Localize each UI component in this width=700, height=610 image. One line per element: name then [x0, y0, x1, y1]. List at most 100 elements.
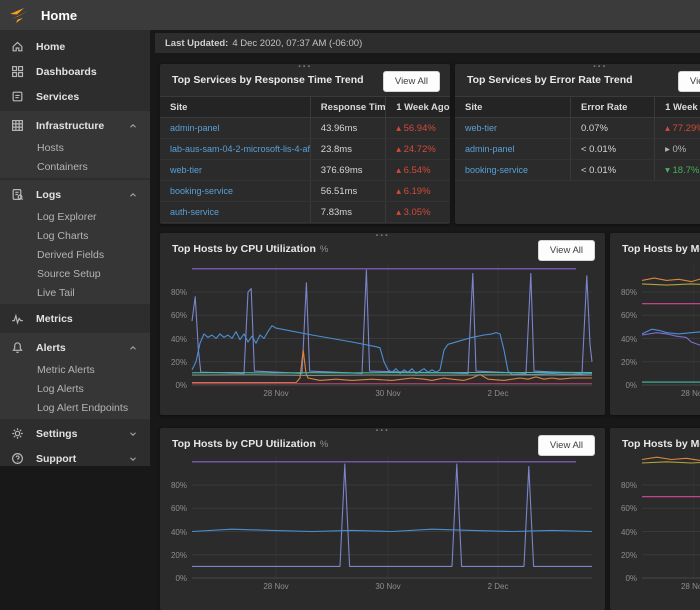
page-title: Home	[41, 8, 77, 23]
sidebar-item-infrastructure[interactable]: Infrastructure	[0, 113, 150, 138]
series-s3-line	[192, 326, 592, 375]
site-link[interactable]: lab-aus-sam-04-2-microsoft-lis-4-afrepor…	[170, 144, 311, 155]
last-updated-label: Last Updated:	[165, 38, 228, 49]
chevron-up-icon	[128, 190, 138, 200]
x-axis-labels: 28 Nov30 Nov2 Dec	[192, 578, 592, 592]
response-time-value: 376.69ms	[311, 160, 386, 180]
table-row: admin-panel 43.96ms ▴ 56.94%	[160, 118, 450, 139]
memory-utilization-chart[interactable]	[642, 263, 700, 385]
error-rate-value: 0.07%	[571, 118, 655, 138]
series-s2-line	[192, 270, 592, 373]
column-header-week-ago[interactable]: 1 Week Ago	[655, 97, 700, 117]
error-rate-value: < 0.01%	[571, 160, 655, 180]
cpu-utilization-chart[interactable]	[192, 263, 592, 385]
sidebar-item-label: Metrics	[36, 313, 73, 325]
view-all-button[interactable]: View All	[538, 435, 595, 456]
sidebar-item-log-alert-endpoints[interactable]: Log Alert Endpoints	[0, 398, 150, 417]
sidebar-item-hosts[interactable]: Hosts	[0, 138, 150, 157]
y-tick-label: 80%	[621, 481, 637, 490]
trend-value: ▴ 3.05%	[386, 202, 450, 222]
site-link[interactable]: web-tier	[465, 123, 497, 134]
y-tick-label: 20%	[171, 551, 187, 560]
drag-handle-icon[interactable]	[376, 426, 390, 436]
sidebar-item-label: Logs	[36, 189, 61, 201]
view-all-button[interactable]: View All	[383, 71, 440, 92]
response-time-value: 7.83ms	[311, 202, 386, 222]
trend-value: ▴ 6.54%	[386, 160, 450, 180]
drag-handle-icon[interactable]	[298, 62, 312, 72]
sidebar-item-dashboards[interactable]: Dashboards	[0, 59, 150, 84]
sidebar-item-metrics[interactable]: Metrics	[0, 306, 150, 331]
site-link[interactable]: booking-service	[465, 165, 528, 176]
y-tick-label: 20%	[621, 551, 637, 560]
sidebar-item-derived-fields[interactable]: Derived Fields	[0, 245, 150, 264]
trend-value: ▴ 56.94%	[386, 118, 450, 138]
sidebar-item-settings[interactable]: Settings	[0, 421, 150, 446]
y-tick-label: 20%	[621, 358, 637, 367]
column-header-site[interactable]: Site	[455, 97, 571, 117]
view-all-button[interactable]: View All	[678, 71, 700, 92]
response-time-table: Site Response Time 1 Week Ago admin-pane…	[160, 96, 450, 223]
sidebar-group-logs: Logs Log Explorer Log Charts Derived Fie…	[0, 180, 150, 304]
x-tick-label: 28 Nov	[263, 582, 288, 591]
site-link[interactable]: booking-service	[170, 186, 233, 197]
metrics-icon	[11, 312, 26, 325]
gear-icon	[11, 427, 26, 440]
panel-title: Top Hosts by CPU Utilization%	[172, 243, 328, 255]
sidebar-item-live-tail[interactable]: Live Tail	[0, 283, 150, 302]
series-s5-line	[192, 372, 592, 373]
column-header-site[interactable]: Site	[160, 97, 311, 117]
cpu-chart-plot: 0%20%40%60%80% 28 Nov30 Nov2 Dec	[166, 456, 598, 596]
sidebar-item-label: Dashboards	[36, 66, 97, 78]
column-header-error-rate[interactable]: Error Rate	[571, 97, 655, 117]
last-updated-bar: Last Updated: 4 Dec 2020, 07:37 AM (-06:…	[155, 33, 700, 53]
drag-handle-icon[interactable]	[593, 62, 607, 72]
column-header-week-ago[interactable]: 1 Week Ago	[386, 97, 450, 117]
site-link[interactable]: admin-panel	[170, 123, 220, 134]
sidebar-item-metric-alerts[interactable]: Metric Alerts	[0, 360, 150, 379]
sidebar-item-alerts[interactable]: Alerts	[0, 335, 150, 360]
x-axis-labels: 28 Nov30 Nov2 Dec	[192, 385, 592, 399]
sidebar-item-services[interactable]: Services	[0, 84, 150, 109]
y-tick-label: 60%	[621, 311, 637, 320]
sidebar-item-logs[interactable]: Logs	[0, 182, 150, 207]
services-icon	[11, 90, 26, 103]
panel-title: Top Services by Response Time Trend	[172, 74, 364, 86]
site-link[interactable]: admin-panel	[465, 144, 515, 155]
table-row: booking-service < 0.01% ▾ 18.7%	[455, 160, 700, 181]
table-row: booking-service 56.51ms ▴ 6.19%	[160, 181, 450, 202]
sidebar-item-label: Home	[36, 41, 65, 53]
response-time-value: 56.51ms	[311, 181, 386, 201]
drag-handle-icon[interactable]	[376, 231, 390, 241]
view-all-button[interactable]: View All	[538, 240, 595, 261]
y-tick-label: 0%	[625, 381, 637, 390]
sidebar-item-log-charts[interactable]: Log Charts	[0, 226, 150, 245]
panel-response-time-trend: Top Services by Response Time Trend View…	[160, 64, 450, 224]
memory-chart-plot: 0%20%40%60%80% 28 Nov30 Nov2 Dec	[616, 263, 700, 403]
column-header-response-time[interactable]: Response Time	[311, 97, 386, 117]
y-axis-labels: 0%20%40%60%80%	[166, 456, 190, 578]
y-tick-label: 40%	[621, 335, 637, 344]
sidebar-item-log-explorer[interactable]: Log Explorer	[0, 207, 150, 226]
series-s2-line	[642, 284, 700, 285]
sidebar-item-log-alerts[interactable]: Log Alerts	[0, 379, 150, 398]
chevron-down-icon	[128, 454, 138, 464]
solarwinds-logo-icon[interactable]	[9, 7, 31, 24]
main-content: Last Updated: 4 Dec 2020, 07:37 AM (-06:…	[150, 30, 700, 466]
sidebar-item-source-setup[interactable]: Source Setup	[0, 264, 150, 283]
site-link[interactable]: web-tier	[170, 165, 202, 176]
cpu-utilization-chart[interactable]	[192, 456, 592, 578]
sidebar-item-label: Infrastructure	[36, 120, 104, 132]
y-tick-label: 80%	[171, 288, 187, 297]
sidebar-item-home[interactable]: Home	[0, 34, 150, 59]
y-tick-label: 40%	[621, 528, 637, 537]
site-link[interactable]: auth-service	[170, 207, 219, 218]
sidebar-item-containers[interactable]: Containers	[0, 157, 150, 176]
sidebar-item-label: Services	[36, 91, 79, 103]
table-row: auth-service 7.83ms ▴ 3.05%	[160, 202, 450, 223]
y-tick-label: 0%	[175, 574, 187, 583]
panel-cpu-utilization-top: Top Hosts by CPU Utilization% View All 0…	[160, 233, 605, 415]
memory-utilization-chart[interactable]	[642, 456, 700, 578]
sidebar-item-support[interactable]: Support	[0, 446, 150, 471]
sidebar: Home Dashboards Services Infrastructure …	[0, 30, 150, 466]
